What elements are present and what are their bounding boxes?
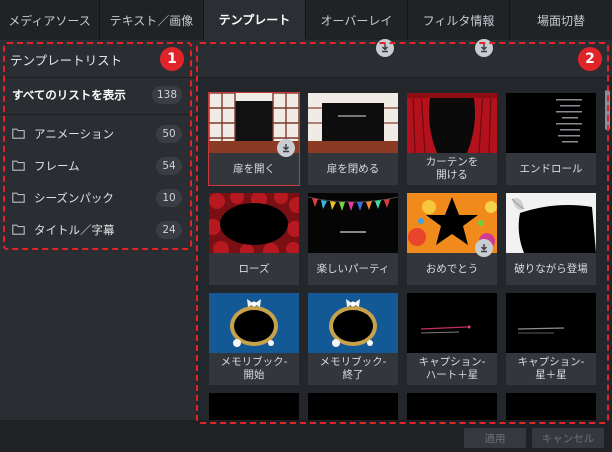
template-label: エンドロール xyxy=(506,153,596,185)
thumbnail xyxy=(407,93,497,153)
thumbnail xyxy=(407,293,497,353)
list-item-season-pack[interactable]: シーズンパック 10 xyxy=(0,183,196,213)
template-label: メモリブック- 終了 xyxy=(308,353,398,385)
template-label: 扉を開く xyxy=(209,153,299,185)
tab-media-source[interactable]: メディアソース xyxy=(0,0,100,40)
template-label: おめでとう xyxy=(407,253,497,285)
template-label: キャプション- ハート＋星 xyxy=(407,353,497,385)
list-item-all[interactable]: すべてのリストを表示 138 xyxy=(0,80,196,110)
cancel-button[interactable]: キャンセル xyxy=(532,428,604,448)
thumbnail xyxy=(506,293,596,353)
list-item-title-caption[interactable]: タイトル／字幕 24 xyxy=(0,215,196,245)
thumbnail xyxy=(308,93,398,153)
thumbnail xyxy=(209,393,299,420)
folder-icon xyxy=(12,128,25,139)
divider xyxy=(0,77,196,78)
template-label: ローズ xyxy=(209,253,299,285)
template-row4-2[interactable] xyxy=(308,393,398,420)
template-row4-3[interactable] xyxy=(407,393,497,420)
template-list-title: テンプレートリスト xyxy=(10,53,123,68)
tab-bar: メディアソース テキスト／画像 テンプレート オーバーレイ フィルタ情報 場面切… xyxy=(0,0,612,40)
grid-header xyxy=(196,40,612,78)
annotation-badge-1: 1 xyxy=(160,47,184,71)
tab-scene-transition[interactable]: 場面切替 xyxy=(510,0,612,40)
tab-filter-info[interactable]: フィルタ情報 xyxy=(408,0,510,40)
download-icon[interactable] xyxy=(475,39,493,57)
template-list-panel: テンプレートリスト すべてのリストを表示 138 アニメーション 50 フレーム… xyxy=(0,40,196,420)
template-row4-1[interactable] xyxy=(209,393,299,420)
count-badge: 50 xyxy=(156,125,182,143)
apply-button[interactable]: 適用 xyxy=(464,428,526,448)
thumbnail xyxy=(506,193,596,253)
annotation-badge-2: 2 xyxy=(578,47,602,71)
folder-icon xyxy=(12,192,25,203)
thumbnail xyxy=(209,193,299,253)
tab-overlay[interactable]: オーバーレイ xyxy=(306,0,408,40)
list-item-frame[interactable]: フレーム 54 xyxy=(0,151,196,181)
list-item-animation[interactable]: アニメーション 50 xyxy=(0,119,196,149)
download-icon[interactable] xyxy=(376,39,394,57)
tab-text-image[interactable]: テキスト／画像 xyxy=(100,0,204,40)
count-badge: 54 xyxy=(156,157,182,175)
divider xyxy=(0,114,196,115)
count-badge: 138 xyxy=(151,86,182,104)
template-label: カーテンを 開ける xyxy=(407,153,497,185)
download-icon[interactable] xyxy=(277,139,295,157)
thumbnail xyxy=(308,293,398,353)
template-label: 楽しいパーティ xyxy=(308,253,398,285)
download-icon[interactable] xyxy=(475,239,493,257)
folder-icon xyxy=(12,160,25,171)
thumbnail xyxy=(506,93,596,153)
thumbnail xyxy=(308,393,398,420)
list-item-label: すべてのリストを表示 xyxy=(12,88,126,102)
thumbnail xyxy=(308,193,398,253)
list-item-label: アニメーション xyxy=(34,127,115,141)
bottom-bar: 適用 キャンセル xyxy=(0,420,612,452)
template-row4-4[interactable] xyxy=(506,393,596,420)
tab-templates[interactable]: テンプレート xyxy=(204,0,306,40)
list-item-label: タイトル／字幕 xyxy=(34,223,115,237)
thumbnail xyxy=(506,393,596,420)
count-badge: 24 xyxy=(156,221,182,239)
template-label: 扉を閉める xyxy=(308,153,398,185)
list-item-label: フレーム xyxy=(34,159,80,173)
thumbnail xyxy=(407,393,497,420)
template-label: メモリブック- 開始 xyxy=(209,353,299,385)
thumbnail xyxy=(209,293,299,353)
template-label: 破りながら登場 xyxy=(506,253,596,285)
scrollbar-thumb[interactable] xyxy=(605,90,610,130)
count-badge: 10 xyxy=(156,189,182,207)
template-label: キャプション- 星＋星 xyxy=(506,353,596,385)
folder-icon xyxy=(12,224,25,235)
list-item-label: シーズンパック xyxy=(34,191,114,205)
template-grid-panel: 扉を開く 扉を閉める カーテンを 開ける エンドロール ローズ 楽しいパーティ … xyxy=(196,39,612,420)
